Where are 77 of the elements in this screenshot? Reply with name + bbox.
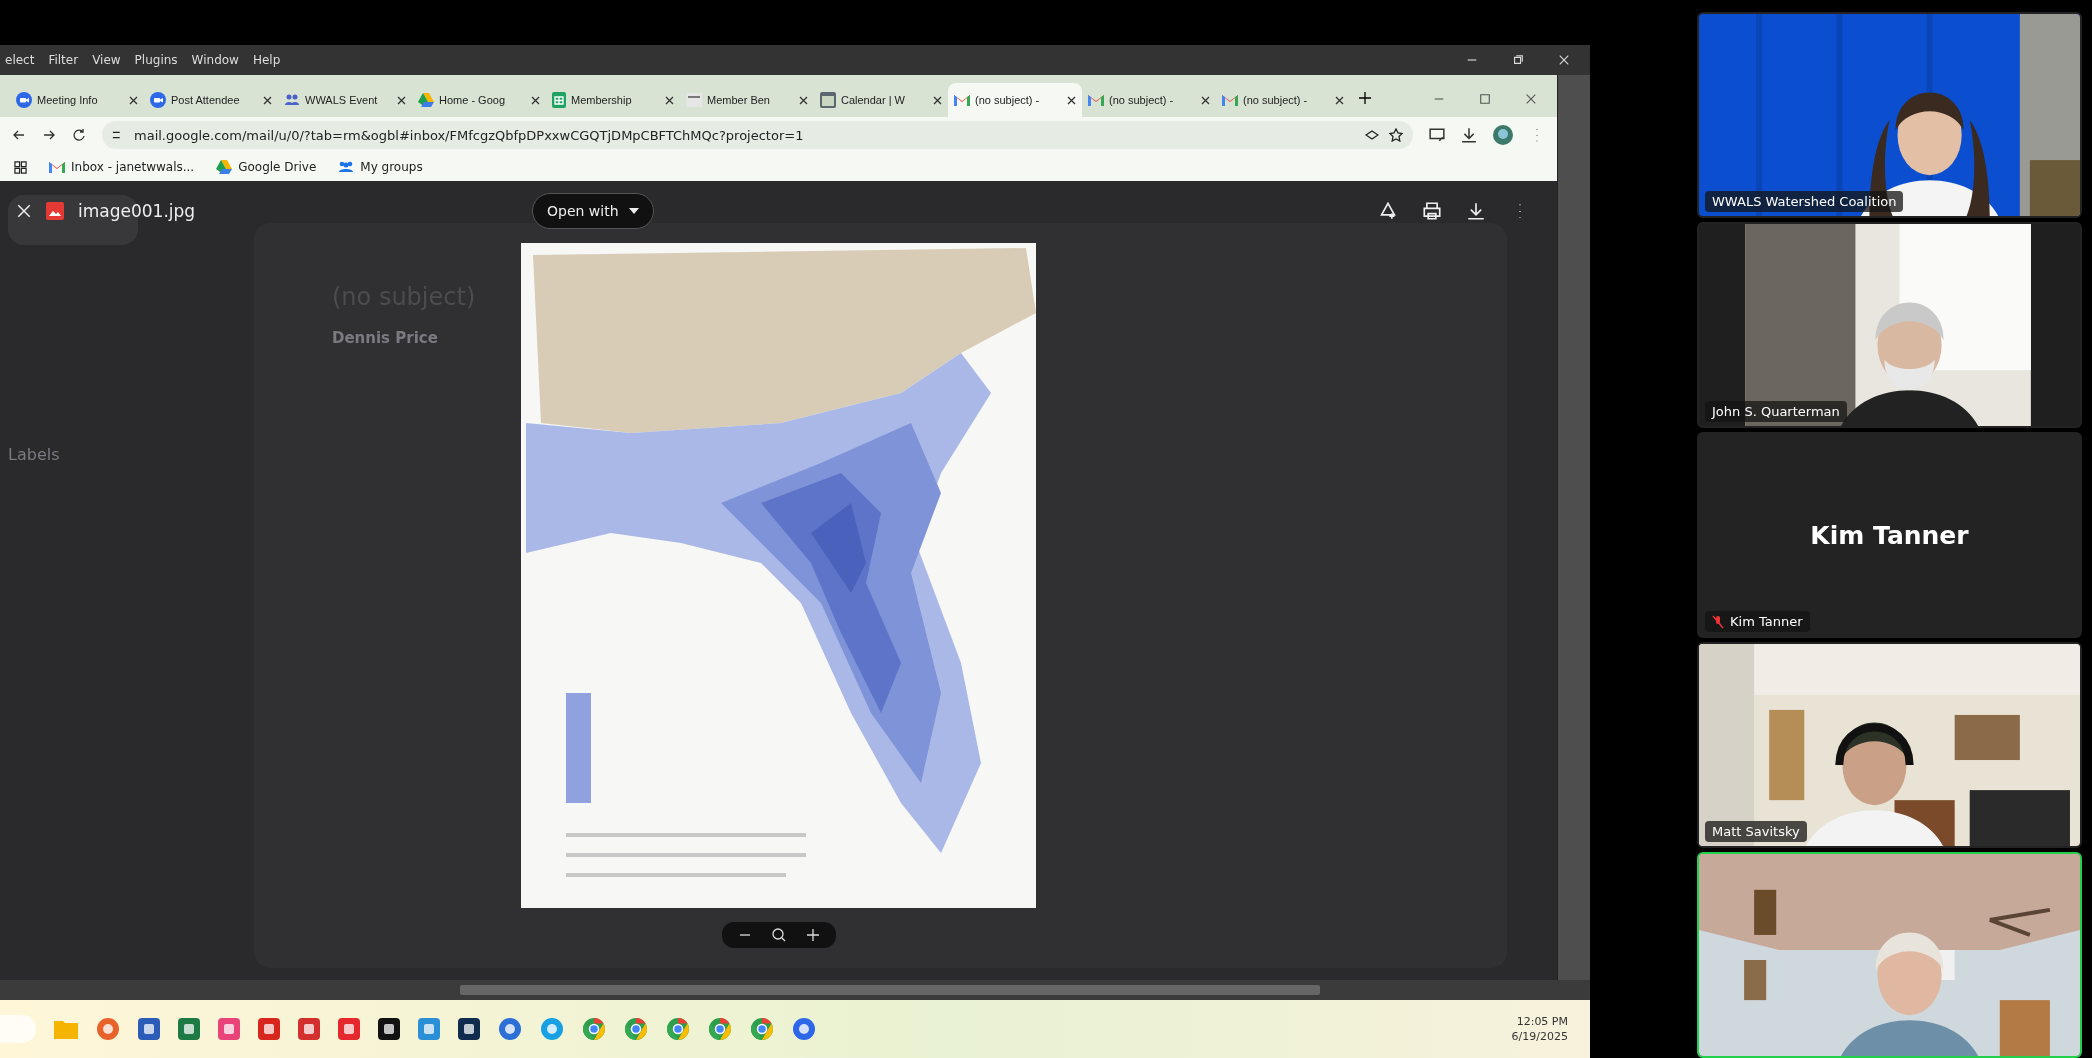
muted-mic-icon [1712, 614, 1724, 629]
browser-tab[interactable]: Calendar | W [814, 83, 948, 117]
browser-tab[interactable]: Membership [546, 83, 680, 117]
maximize-icon[interactable] [1479, 93, 1491, 105]
sender-name: Dennis Price [331, 329, 439, 347]
lens-icon[interactable] [1365, 128, 1379, 142]
close-icon[interactable] [1525, 93, 1537, 105]
close-icon[interactable] [665, 95, 674, 105]
clock-date: 6/19/2025 [1511, 1030, 1568, 1043]
drive-icon [216, 160, 233, 174]
calendar-icon [820, 92, 836, 108]
print-icon[interactable] [1423, 202, 1441, 220]
people-icon [284, 92, 300, 108]
app-icon[interactable] [378, 1018, 400, 1040]
menu-item[interactable]: Plugins [129, 53, 183, 67]
close-icon[interactable] [397, 95, 406, 105]
people-icon [338, 161, 355, 173]
spreadsheet-icon [552, 92, 566, 108]
menu-item[interactable]: Window [186, 53, 244, 67]
download-icon[interactable] [1461, 127, 1477, 143]
menu-item[interactable]: View [87, 53, 126, 67]
clock-time: 12:05 PM [1516, 1015, 1568, 1028]
close-icon[interactable] [799, 95, 808, 105]
zoom-in-icon[interactable] [805, 928, 820, 942]
browser-tab[interactable]: (no subject) - [948, 83, 1082, 117]
avatar-icon[interactable] [1493, 125, 1513, 145]
close-icon[interactable] [531, 95, 540, 105]
name-label: John S. Quarterman [1705, 401, 1847, 422]
close-icon[interactable] [1067, 95, 1076, 105]
name-label: Matt Savitsky [1705, 821, 1807, 842]
drive-icon [418, 93, 434, 107]
add-to-drive-icon[interactable] [1379, 202, 1397, 220]
participant-name: Kim Tanner [1810, 520, 1969, 550]
browser-tab[interactable]: Home - Goog [412, 83, 546, 117]
close-icon[interactable] [1201, 95, 1210, 105]
page-icon [686, 93, 702, 107]
star-icon[interactable] [1389, 128, 1403, 142]
app-icon[interactable] [458, 1018, 480, 1040]
close-icon[interactable] [933, 95, 942, 105]
browser-tab[interactable]: (no subject) - [1216, 83, 1350, 117]
browser-tab[interactable]: Meeting Info [10, 83, 144, 117]
scrollbar[interactable] [460, 985, 1320, 995]
open-with-button[interactable]: Open with [532, 193, 654, 229]
mail-icon [1088, 94, 1104, 106]
menu-item[interactable]: Help [247, 53, 286, 67]
search-icon[interactable] [771, 928, 786, 942]
browser-tab[interactable]: (no subject) - [1082, 83, 1216, 117]
file-name: image001.jpg [78, 201, 197, 221]
new-tab-icon[interactable] [1358, 91, 1372, 105]
screen-search-icon[interactable] [1429, 127, 1445, 143]
restore-icon[interactable] [1512, 54, 1524, 66]
caret-icon [628, 208, 639, 214]
menu-item[interactable]: elect [0, 53, 40, 67]
labels-heading: Labels [8, 445, 61, 464]
close-icon[interactable] [263, 95, 272, 105]
menu-item[interactable]: Filter [43, 53, 84, 67]
name-label: Kim Tanner [1705, 611, 1810, 632]
browser-tab[interactable]: WWALS Event [278, 83, 412, 117]
apps-icon[interactable] [14, 160, 27, 174]
name-label: WWALS Watershed Coalition [1705, 191, 1904, 212]
forward-icon[interactable] [42, 128, 56, 142]
mail-icon [1222, 94, 1238, 106]
bookmark[interactable]: Inbox - janetwwals... [49, 160, 195, 174]
reload-icon[interactable] [72, 128, 86, 142]
close-icon[interactable] [1335, 95, 1344, 105]
bookmark[interactable]: Google Drive [216, 160, 317, 174]
browser-tab[interactable]: Post Attendee [144, 83, 278, 117]
video-app-icon [150, 92, 166, 108]
image-file-icon [46, 202, 64, 220]
video-app-icon [16, 92, 32, 108]
browser-tab[interactable]: Member Ben [680, 83, 814, 117]
back-icon[interactable] [12, 128, 26, 142]
mail-icon [954, 94, 970, 106]
bookmark[interactable]: My groups [338, 160, 423, 174]
mail-icon [49, 161, 65, 173]
close-icon[interactable] [129, 95, 138, 105]
address-bar[interactable]: mail.google.com/mail/u/0/?tab=rm&ogbl#inbox/FMfcgzQbfpDPxxwCGQTjDMpCBFTChMQc?projector=1 [102, 121, 1413, 149]
